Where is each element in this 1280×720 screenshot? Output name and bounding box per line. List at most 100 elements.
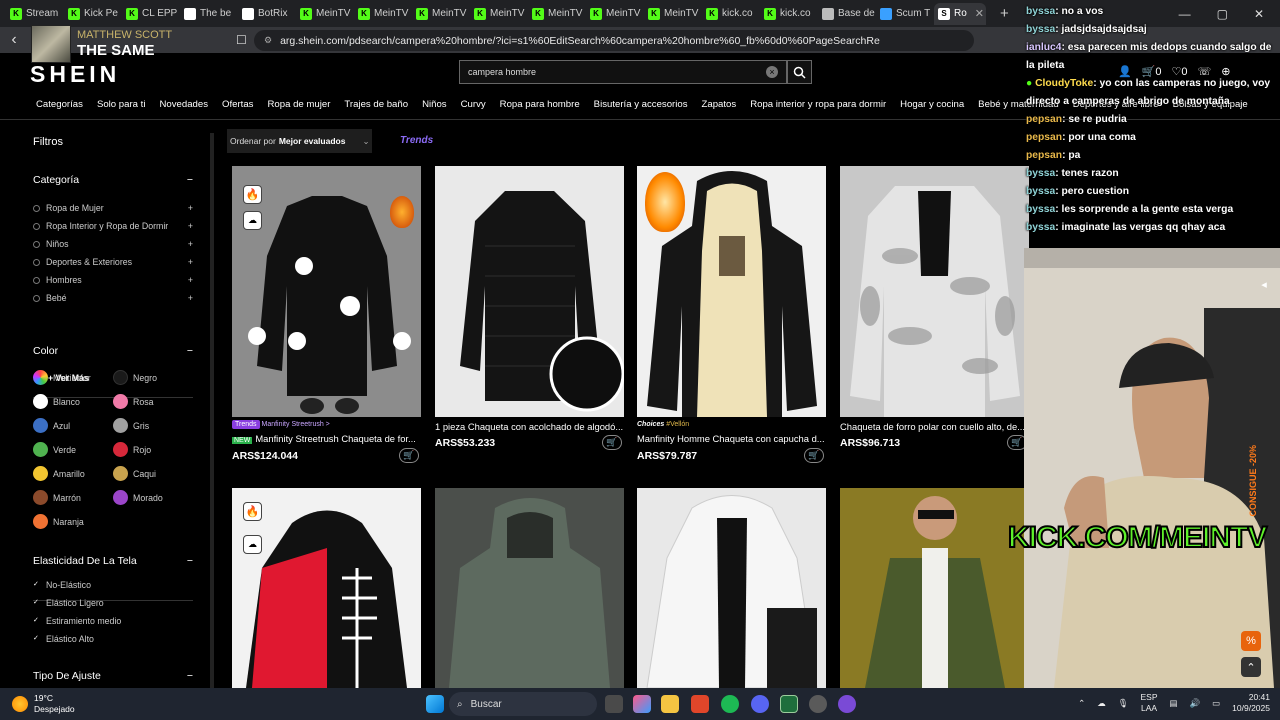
collapse-icon[interactable]: −: [187, 345, 193, 357]
browser-tab[interactable]: K MeinTV: [470, 3, 528, 25]
elasticidad-heading[interactable]: Elasticidad De La Tela −: [33, 555, 193, 567]
category-link[interactable]: Curvy: [461, 99, 486, 110]
product-title[interactable]: Chaqueta de forro polar con cuello alto,…: [840, 421, 1029, 432]
spotify-icon[interactable]: [721, 695, 739, 713]
category-link[interactable]: Novedades: [159, 99, 208, 110]
add-to-cart-button[interactable]: 🛒: [804, 448, 824, 463]
radio-icon[interactable]: [33, 205, 40, 213]
weather-widget[interactable]: 19°C Despejado: [12, 693, 75, 715]
category-link[interactable]: Ropa interior y ropa para dormir: [750, 99, 886, 110]
category-link[interactable]: Niños: [422, 99, 447, 110]
chat-username[interactable]: byssa: [1026, 204, 1055, 215]
search-input[interactable]: campera hombre ×: [459, 60, 787, 84]
color-swatch[interactable]: [33, 490, 48, 505]
color-swatch[interactable]: [113, 442, 128, 457]
checkbox-icon[interactable]: ✓: [33, 617, 41, 625]
radio-icon[interactable]: [33, 223, 40, 231]
language-indicator[interactable]: ESP LAA: [1141, 692, 1158, 714]
color-filter-item[interactable]: Naranja: [33, 514, 84, 529]
category-link[interactable]: Solo para ti: [97, 99, 146, 110]
site-info-icon[interactable]: ⚙: [264, 35, 272, 46]
sort-dropdown[interactable]: Ordenar por Mejor evaluados ⌄: [227, 129, 372, 153]
radio-icon[interactable]: [33, 241, 40, 249]
color-filter-item[interactable]: Verde: [33, 442, 76, 457]
browser-tab[interactable]: Kkick.co: [760, 3, 818, 25]
categoria-heading[interactable]: Categoría −: [33, 174, 193, 186]
browser-tab[interactable]: K MeinTV: [528, 3, 586, 25]
chat-username[interactable]: byssa: [1026, 186, 1055, 197]
color-swatch[interactable]: [113, 394, 128, 409]
browser-tab[interactable]: K MeinTV: [644, 3, 702, 25]
expand-icon[interactable]: +: [188, 203, 193, 213]
color-swatch[interactable]: [113, 418, 128, 433]
checkbox-icon[interactable]: ✓: [33, 581, 41, 589]
chat-username[interactable]: pepsan: [1026, 150, 1062, 161]
product-title[interactable]: Manfinity Homme Chaqueta con capucha d..…: [637, 433, 826, 444]
color-filter-item[interactable]: Rojo: [113, 442, 151, 457]
ajuste-heading[interactable]: Tipo De Ajuste −: [33, 670, 193, 682]
category-link[interactable]: Ropa de mujer: [267, 99, 330, 110]
color-swatch[interactable]: [113, 370, 128, 385]
color-swatch[interactable]: [33, 418, 48, 433]
color-filter-item[interactable]: Azul: [33, 418, 70, 433]
browser-tab[interactable]: S Ro ✕: [934, 2, 986, 25]
add-to-cart-button[interactable]: 🛒: [399, 448, 419, 463]
windows-start-icon[interactable]: [426, 695, 444, 713]
network-icon[interactable]: ▤: [1170, 698, 1178, 709]
product-image[interactable]: 🔥 ☁: [232, 166, 421, 417]
expand-icon[interactable]: +: [188, 257, 193, 267]
elasticity-filter-item[interactable]: ✓ No-Elástico: [33, 580, 91, 590]
radio-icon[interactable]: [33, 259, 40, 267]
browser-tab[interactable]: Kkick.co: [702, 3, 760, 25]
chat-username[interactable]: pepsan: [1026, 114, 1062, 125]
sidebar-scrollbar[interactable]: [210, 133, 214, 688]
mic-icon[interactable]: 🎙: [1118, 698, 1129, 709]
collapse-icon[interactable]: −: [187, 555, 193, 567]
browser-tab[interactable]: K Kick Pe: [64, 3, 122, 25]
terminal-icon[interactable]: [780, 695, 798, 713]
category-filter-item[interactable]: Deportes & Exteriores +: [33, 257, 193, 267]
copilot-icon[interactable]: [633, 695, 651, 713]
chat-username[interactable]: byssa: [1026, 6, 1055, 17]
clock[interactable]: 20:41 10/9/2025: [1232, 692, 1270, 714]
product-image[interactable]: [435, 166, 624, 417]
expand-icon[interactable]: +: [188, 239, 193, 249]
browser-tab[interactable]: K Stream: [6, 3, 64, 25]
browser-tab[interactable]: K CL EPP: [122, 3, 180, 25]
browser-tab[interactable]: K MeinTV: [412, 3, 470, 25]
taskbar-search[interactable]: ⌕ Buscar: [449, 692, 597, 716]
category-link[interactable]: Hogar y cocina: [900, 99, 964, 110]
discord-icon[interactable]: [751, 695, 769, 713]
chat-username[interactable]: byssa: [1026, 222, 1055, 233]
color-swatch[interactable]: [33, 442, 48, 457]
color-filter-item[interactable]: Marrón: [33, 490, 81, 505]
color-swatch[interactable]: [33, 394, 48, 409]
clear-search-icon[interactable]: ×: [766, 66, 778, 78]
search-button[interactable]: [787, 60, 812, 84]
shein-logo[interactable]: SHEIN: [30, 61, 120, 88]
product-image[interactable]: [637, 166, 826, 417]
color-filter-item[interactable]: Morado: [113, 490, 163, 505]
color-swatch[interactable]: [33, 466, 48, 481]
product-image[interactable]: [840, 166, 1029, 417]
product-title[interactable]: NEW Manfinity Streetrush Chaqueta de for.…: [232, 433, 421, 444]
category-link[interactable]: Ropa para hombre: [500, 99, 580, 110]
browser-tab[interactable]: K MeinTV: [586, 3, 644, 25]
category-filter-item[interactable]: Niños +: [33, 239, 193, 249]
chevron-up-icon[interactable]: ⌃: [1078, 698, 1085, 709]
color-filter-item[interactable]: Negro: [113, 370, 157, 385]
product-image[interactable]: 🔥 ☁: [232, 488, 421, 688]
radio-icon[interactable]: [33, 277, 40, 285]
chat-username[interactable]: byssa: [1026, 168, 1055, 179]
browser-tab[interactable]: BotRix: [238, 3, 296, 25]
browser-tab[interactable]: K MeinTV: [354, 3, 412, 25]
category-filter-item[interactable]: Ropa Interior y Ropa de Dormir +: [33, 221, 193, 231]
elasticity-filter-item[interactable]: ✓ Estiramiento medio: [33, 616, 121, 626]
app-icon[interactable]: [838, 695, 856, 713]
browser-tab[interactable]: Scum T: [876, 3, 934, 25]
color-filter-item[interactable]: Blanco: [33, 394, 80, 409]
scroll-top-icon[interactable]: ⌃: [1241, 657, 1261, 677]
color-filter-item[interactable]: Amarillo: [33, 466, 85, 481]
product-image[interactable]: [840, 488, 1029, 688]
chat-username[interactable]: pepsan: [1026, 132, 1062, 143]
